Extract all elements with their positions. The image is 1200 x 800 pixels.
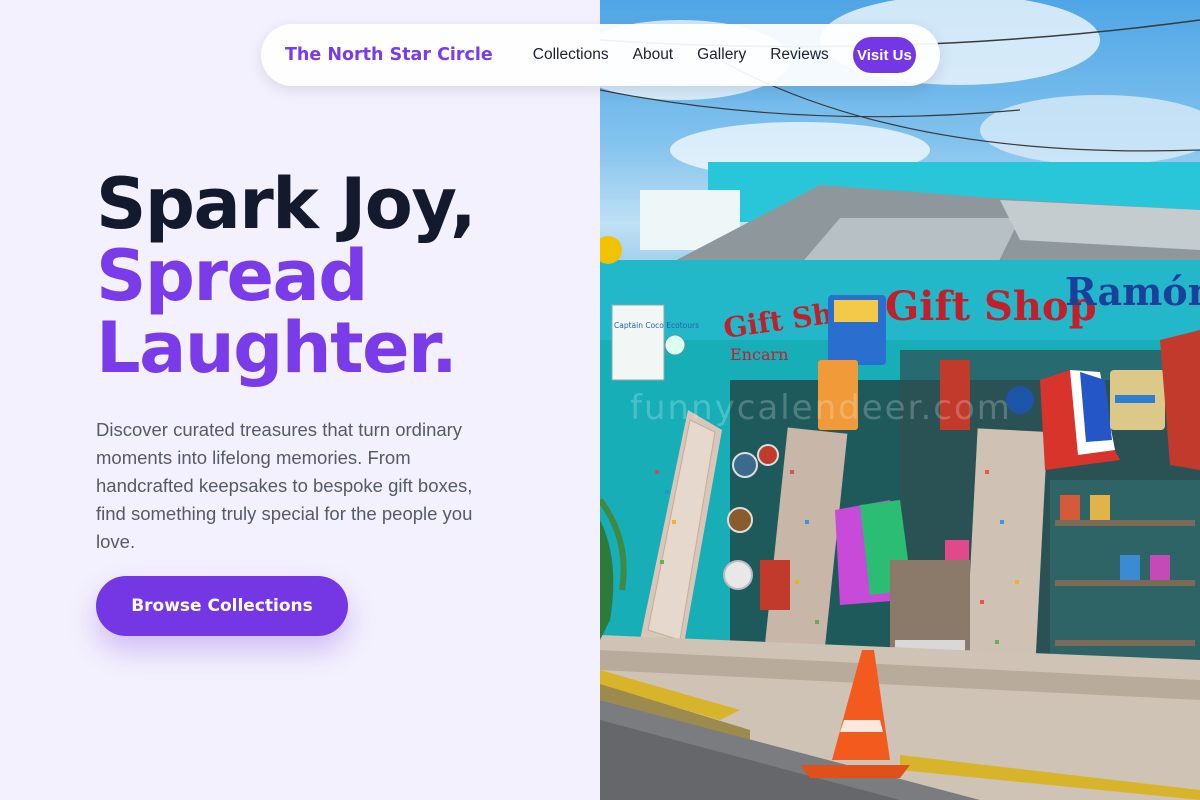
hero-headline: Spark Joy, Spread Laughter. [96,168,516,384]
sign-captain-coco: Captain Coco Ecotours [614,321,699,330]
headline-line-3: Laughter. [96,307,458,389]
hero-copy: Spark Joy, Spread Laughter. Discover cur… [96,168,516,556]
top-navigation: The North Star Circle Collections About … [261,24,940,86]
brand-logo-text[interactable]: The North Star Circle [285,45,493,65]
nav-link-about[interactable]: About [633,46,674,64]
sign-ramon: Ramón [1065,269,1200,314]
nav-link-collections[interactable]: Collections [533,46,609,64]
headline-line-1: Spark Joy, [96,163,477,245]
nav-link-gallery[interactable]: Gallery [697,46,746,64]
sign-encarn: Encarn [730,345,788,364]
nav-links: Collections About Gallery Reviews [533,46,853,64]
browse-collections-button[interactable]: Browse Collections [96,576,348,636]
visit-us-button[interactable]: Visit Us [852,37,916,73]
hero-description: Discover curated treasures that turn ord… [96,419,473,552]
headline-line-2: Spread [96,235,368,317]
hero-photo: Gift Shop Gift Shop Ramón Encarn Captain… [600,0,1200,800]
photo-watermark: funnycalendeer.com [630,388,1012,428]
nav-link-reviews[interactable]: Reviews [770,46,829,64]
hero-section: Spark Joy, Spread Laughter. Discover cur… [0,0,600,800]
